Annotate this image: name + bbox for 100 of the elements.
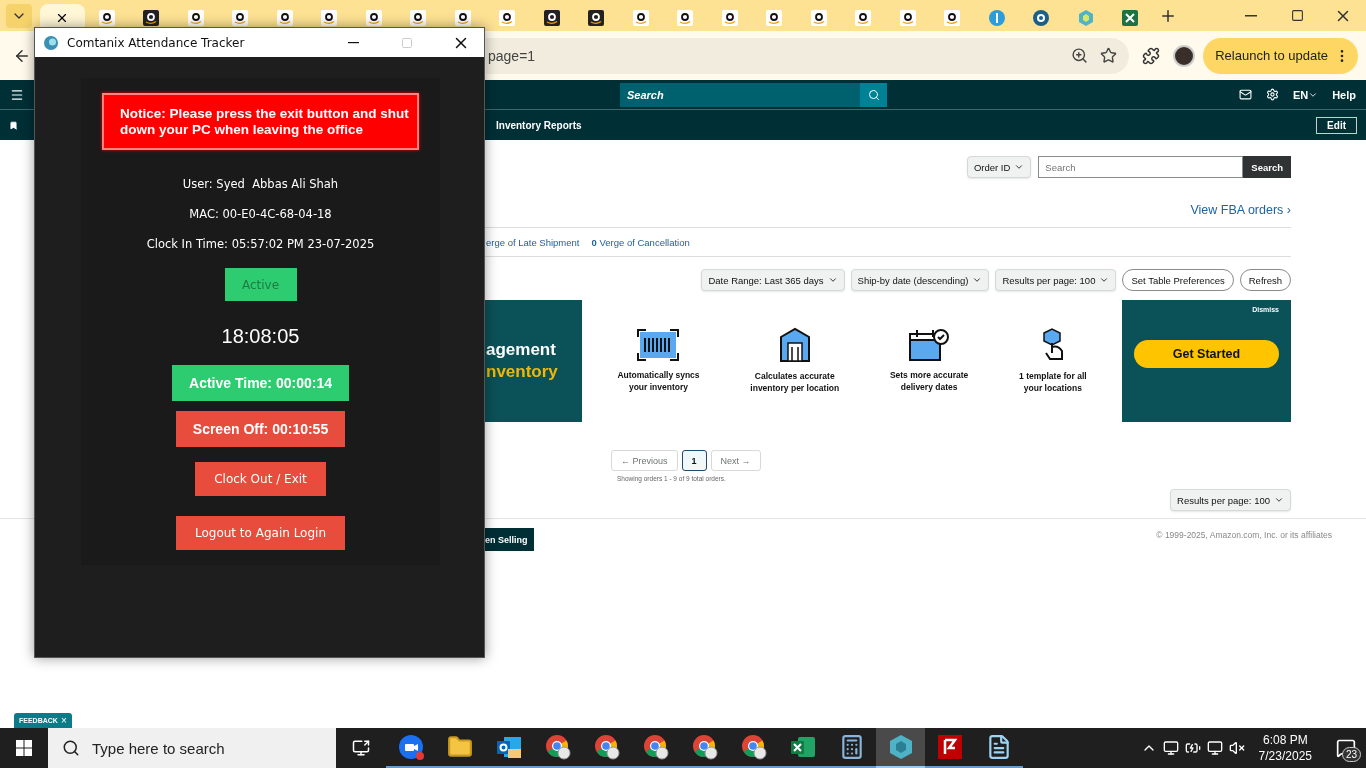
nav-menu-item[interactable]: Inventory Reports <box>496 119 582 131</box>
search-field[interactable]: Search <box>620 82 887 107</box>
action-button[interactable]: Logout to Again Login <box>175 516 346 550</box>
network-icon[interactable] <box>1206 740 1223 756</box>
task-view-icon <box>352 739 370 757</box>
search-icon <box>867 88 880 101</box>
bookmark-icon[interactable] <box>9 120 18 130</box>
caret-icon <box>972 275 983 285</box>
barcode-icon <box>637 328 680 363</box>
table-action-button[interactable]: Set Table Preferences <box>1122 269 1234 291</box>
battery-icon[interactable] <box>1184 740 1201 756</box>
filter-dropdown[interactable]: Ship-by date (descending) <box>850 269 990 291</box>
smile-logo-icon <box>499 9 516 26</box>
settings-icon[interactable] <box>1265 88 1279 101</box>
smile-logo-icon <box>365 9 382 26</box>
maximize-icon <box>401 36 413 49</box>
search-type-select[interactable]: Order ID <box>966 156 1032 178</box>
table-action-button[interactable]: Refresh <box>1239 269 1291 291</box>
bookmark-star-icon[interactable] <box>1100 47 1118 64</box>
smile-logo-icon <box>321 9 338 26</box>
video-app-icon[interactable] <box>397 734 424 760</box>
page-button[interactable]: 1 <box>681 450 707 471</box>
menu-icon[interactable] <box>10 87 24 102</box>
fba-orders-link[interactable]: View FBA orders › <box>1190 203 1291 217</box>
smile-logo-icon <box>276 9 293 26</box>
relaunch-button[interactable]: Relaunch to update <box>1203 37 1358 74</box>
browser-app-icon[interactable] <box>691 734 718 760</box>
zoom-icon[interactable] <box>1071 47 1089 64</box>
active-time: Active Time: 00:00:14 <box>172 365 349 401</box>
feature-text: Calculates accurate inventory per location <box>750 371 840 395</box>
caret-icon <box>827 275 838 285</box>
notice-banner: Notice: Please press the exit button and shut down your PC when leaving the office <box>102 93 419 150</box>
smile-logo-icon <box>810 9 827 26</box>
smile-logo-icon <box>588 9 605 26</box>
mail-app-icon[interactable] <box>495 734 522 760</box>
volume-muted-icon[interactable] <box>1228 740 1245 756</box>
taskbar-search-field[interactable]: Type here to search <box>48 728 336 768</box>
minimize-icon <box>1245 14 1257 17</box>
filter-dropdown[interactable]: Results per page: 100 <box>995 269 1117 291</box>
feature-text: 1 template for all your locations <box>1019 371 1087 395</box>
smile-logo-icon <box>410 9 427 26</box>
order-search-field[interactable]: Search <box>1038 156 1244 178</box>
browser-app-icon[interactable] <box>642 734 669 760</box>
profile-avatar[interactable] <box>1173 44 1196 67</box>
address-bar[interactable]: page=1 <box>486 37 1130 74</box>
smile-logo-icon <box>677 9 694 26</box>
window-title: Comtanix Attendance Tracker <box>67 35 246 50</box>
screen-off-time: Screen Off: 00:10:55 <box>175 411 346 447</box>
status-filter-link[interactable]: 0 Verge of Cancellation <box>591 236 690 248</box>
search-icon <box>62 739 80 757</box>
smile-logo-icon <box>187 9 204 26</box>
user-name: User: Syed Abbas Ali Shah <box>182 177 339 191</box>
smile-logo-icon <box>855 9 872 26</box>
spreadsheet-app-icon[interactable] <box>789 734 816 760</box>
taskbar-clock[interactable]: 6:08 PM 7/23/2025 <box>1250 731 1320 765</box>
filter-dropdown[interactable]: Date Range: Last 365 days <box>701 269 845 291</box>
status-indicator: Active <box>224 268 297 301</box>
help-link[interactable]: Help <box>1332 88 1356 101</box>
smile-logo-icon <box>454 9 471 26</box>
browser-app-icon[interactable] <box>740 734 767 760</box>
language-menu[interactable]: EN <box>1292 88 1319 101</box>
smile-logo-icon <box>944 9 961 26</box>
mac-address: MAC: 00-E0-4C-68-04-18 <box>189 207 332 221</box>
hexagon-icon <box>1077 9 1094 26</box>
smile-logo-icon <box>543 9 560 26</box>
mail-icon[interactable] <box>1238 88 1252 101</box>
file-transfer-icon[interactable] <box>936 734 963 760</box>
smile-logo-icon <box>98 9 115 26</box>
puzzle-icon <box>1142 46 1161 65</box>
results-per-page-dropdown[interactable]: Results per page: 100 <box>1170 489 1291 511</box>
previous-button[interactable]: ← Previous <box>611 450 678 471</box>
notification-count: 23 <box>1341 747 1361 762</box>
spreadsheet-icon <box>1122 9 1139 26</box>
browser-app-icon[interactable] <box>544 734 571 760</box>
caret-icon <box>1274 495 1284 505</box>
notification-button[interactable]: 23 <box>1326 728 1366 768</box>
tab-list-button[interactable] <box>6 3 32 28</box>
hexagon-app-icon[interactable] <box>887 734 914 760</box>
caret-icon <box>1099 275 1110 285</box>
clock-in-time: Clock In Time: 05:57:02 PM 23-07-2025 <box>146 237 375 251</box>
search-button[interactable] <box>860 82 887 107</box>
edit-button[interactable]: Edit <box>1316 116 1357 134</box>
get-started-button[interactable]: Get Started <box>1134 340 1279 368</box>
status-filter-link[interactable]: erge of Late Shipment <box>486 236 580 248</box>
current-time: 18:08:05 <box>221 325 300 348</box>
browser-app-icon[interactable] <box>593 734 620 760</box>
search-button[interactable]: Search <box>1243 156 1291 178</box>
action-button[interactable]: Clock Out / Exit <box>195 462 326 496</box>
close-button[interactable]: × <box>60 715 67 726</box>
next-button[interactable]: Next → <box>710 450 761 471</box>
folder-icon[interactable] <box>446 734 473 760</box>
display-icon[interactable] <box>1162 740 1179 756</box>
copyright-text: © 1999-2025, Amazon.com, Inc. or its affiliates <box>1156 530 1332 540</box>
smile-logo-icon <box>232 9 249 26</box>
windows-logo-icon <box>16 740 32 756</box>
feature-text: Sets more accurate delivery dates <box>889 370 969 394</box>
smile-logo-icon <box>899 9 916 26</box>
minimize-icon <box>347 41 359 44</box>
smile-logo-icon <box>766 9 783 26</box>
selling-button[interactable]: en Selling <box>485 528 534 551</box>
